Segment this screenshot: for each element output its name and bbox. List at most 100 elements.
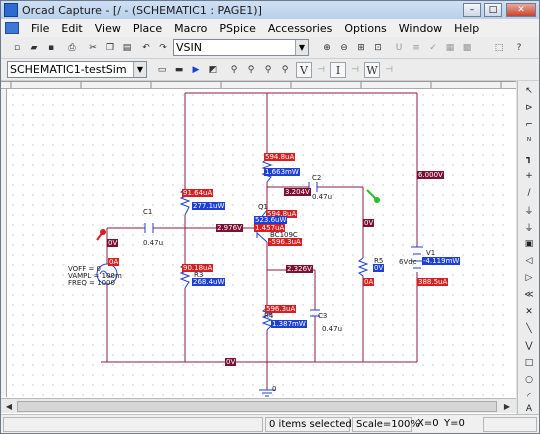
toggle-power-button[interactable]: W [364,62,380,78]
cut-icon[interactable]: ✂ [85,40,101,56]
dropdown-arrow-icon[interactable]: ▼ [295,40,308,55]
place-no-connect-icon[interactable]: ✕ [521,304,537,320]
place-wire-icon[interactable]: ⌐ [521,117,537,133]
node-gnd-voltage: 0V [225,358,237,366]
edit-profile-icon[interactable]: ▬ [171,62,187,78]
scroll-left-icon[interactable]: ◀ [2,400,16,413]
diff-marker-icon[interactable]: ⚲ [277,62,293,78]
annotate-icon[interactable]: U [391,40,407,56]
place-power-icon[interactable]: ⏚ [521,202,537,218]
r3-power: 268.4uW [192,278,226,286]
print-icon[interactable]: ⎙ [64,40,80,56]
voltage-probe-icon[interactable] [366,189,380,203]
place-ellipse-icon[interactable]: ○ [521,372,537,388]
app-window: Orcad Capture - [/ - (SCHEMATIC1 : PAGE1… [0,0,540,434]
document-icon[interactable] [5,22,19,34]
new-icon[interactable]: ▫ [9,40,25,56]
minimize-button[interactable]: – [463,3,481,17]
c3-value: 0.47u [322,325,343,333]
schematic-canvas[interactable]: 594.8uA 1.663mW 3.204V C2 0.47u 6.000V 9… [1,81,516,414]
capacitor-c1[interactable] [144,223,154,233]
orcad-app-icon [4,3,18,17]
open-folder-icon[interactable]: ▰ [26,40,42,56]
dropdown-arrow-icon[interactable]: ▼ [133,62,146,77]
save-icon[interactable]: ▪ [43,40,59,56]
status-pane-grip [483,417,537,432]
c1-name: C1 [143,208,153,216]
place-polyline-icon[interactable]: ⋁ [521,338,537,354]
menu-file[interactable]: File [25,22,55,35]
place-bus-entry-icon[interactable]: ∕ [521,185,537,201]
view-results-icon[interactable]: ◩ [205,62,221,78]
voltage-marker-icon[interactable]: ⚲ [226,62,242,78]
simulation-profile-combo[interactable]: SCHEMATIC1-testSim ▼ [7,61,147,78]
status-selected: 0 items selected [265,417,352,432]
place-ground-icon[interactable]: ⏚ [521,219,537,235]
menu-help[interactable]: Help [448,22,485,35]
resistor-r5[interactable] [357,257,369,277]
current-marker-icon[interactable]: ⚲ [243,62,259,78]
place-junction-icon[interactable]: + [521,168,537,184]
menu-accessories[interactable]: Accessories [262,22,338,35]
redo-icon[interactable]: ↷ [155,40,171,56]
node-collector-voltage: 3.204V [284,188,311,196]
toggle-current-button[interactable]: I [330,62,346,78]
zoom-area-icon[interactable]: ⊞ [353,40,369,56]
toggle-voltage-button[interactable]: V [296,62,312,78]
drc-icon[interactable]: ≡ [408,40,424,56]
paste-icon[interactable]: ▤ [119,40,135,56]
select-pointer-icon[interactable]: ↖ [521,83,537,99]
place-off-page-icon[interactable]: ≪ [521,287,537,303]
zoom-in-icon[interactable]: ⊕ [319,40,335,56]
status-scale: Scale=100% [352,417,420,432]
draw-palette: ↖ ⊳ ⌐ ᴺ ┓ + ∕ ⏚ ⏚ ▣ ◁ ▷ ≪ ✕ ╲ ⋁ □ ○ ◜ A [517,81,539,414]
place-net-alias-icon[interactable]: ᴺ [521,134,537,150]
netlist-icon[interactable]: ✓ [425,40,441,56]
r-top-current: 594.8uA [264,153,296,161]
power-marker-icon[interactable]: ⚲ [260,62,276,78]
power-display-icon[interactable]: ⊣ [381,62,397,78]
help-icon[interactable]: ? [511,40,527,56]
menu-pspice[interactable]: PSpice [213,22,261,35]
menu-options[interactable]: Options [338,22,392,35]
current-display-icon[interactable]: ⊣ [347,62,363,78]
part-combo[interactable]: VSIN ▼ [173,39,309,56]
place-pin-icon[interactable]: ▷ [521,270,537,286]
bom-icon[interactable]: ▦ [442,40,458,56]
new-profile-icon[interactable]: ▭ [154,62,170,78]
undo-icon[interactable]: ↶ [138,40,154,56]
run-icon[interactable]: ▶ [188,62,204,78]
menu-window[interactable]: Window [393,22,448,35]
place-part-icon[interactable]: ⊳ [521,100,537,116]
copy-icon[interactable]: ❐ [102,40,118,56]
place-line-icon[interactable]: ╲ [521,321,537,337]
menu-place[interactable]: Place [127,22,168,35]
menu-macro[interactable]: Macro [168,22,213,35]
r-left-top-current: 91.64uA [182,189,214,197]
project-manager-icon[interactable]: ⬚ [491,40,507,56]
menu-view[interactable]: View [89,22,127,35]
voltage-display-icon[interactable]: ⊣ [313,62,329,78]
source-freq: FREQ = 1000 [68,279,115,287]
place-bus-icon[interactable]: ┓ [521,151,537,167]
scroll-right-icon[interactable]: ▶ [500,400,514,413]
horizontal-scrollbar[interactable]: ◀ ▶ [1,398,516,413]
zoom-all-icon[interactable]: ⊡ [370,40,386,56]
maximize-button[interactable]: □ [484,3,502,17]
c1-value: 0.47u [143,239,164,247]
r-top-power: 1.663mW [264,168,300,176]
place-port-icon[interactable]: ◁ [521,253,537,269]
status-pane-empty [3,417,263,432]
v1-current: 388.5uA [417,278,449,286]
menu-edit[interactable]: Edit [55,22,88,35]
place-hierarchical-block-icon[interactable]: ▣ [521,236,537,252]
title-bar[interactable]: Orcad Capture - [/ - (SCHEMATIC1 : PAGE1… [1,1,539,19]
close-button[interactable]: ✕ [506,3,536,17]
voltage-probe-icon[interactable] [96,229,106,241]
q1-ie: -596.3uA [268,238,302,246]
place-rectangle-icon[interactable]: □ [521,355,537,371]
scrollbar-thumb[interactable] [17,401,497,412]
cross-ref-icon[interactable]: ▩ [459,40,475,56]
v1-power: -4.119mW [422,257,461,265]
zoom-out-icon[interactable]: ⊖ [336,40,352,56]
